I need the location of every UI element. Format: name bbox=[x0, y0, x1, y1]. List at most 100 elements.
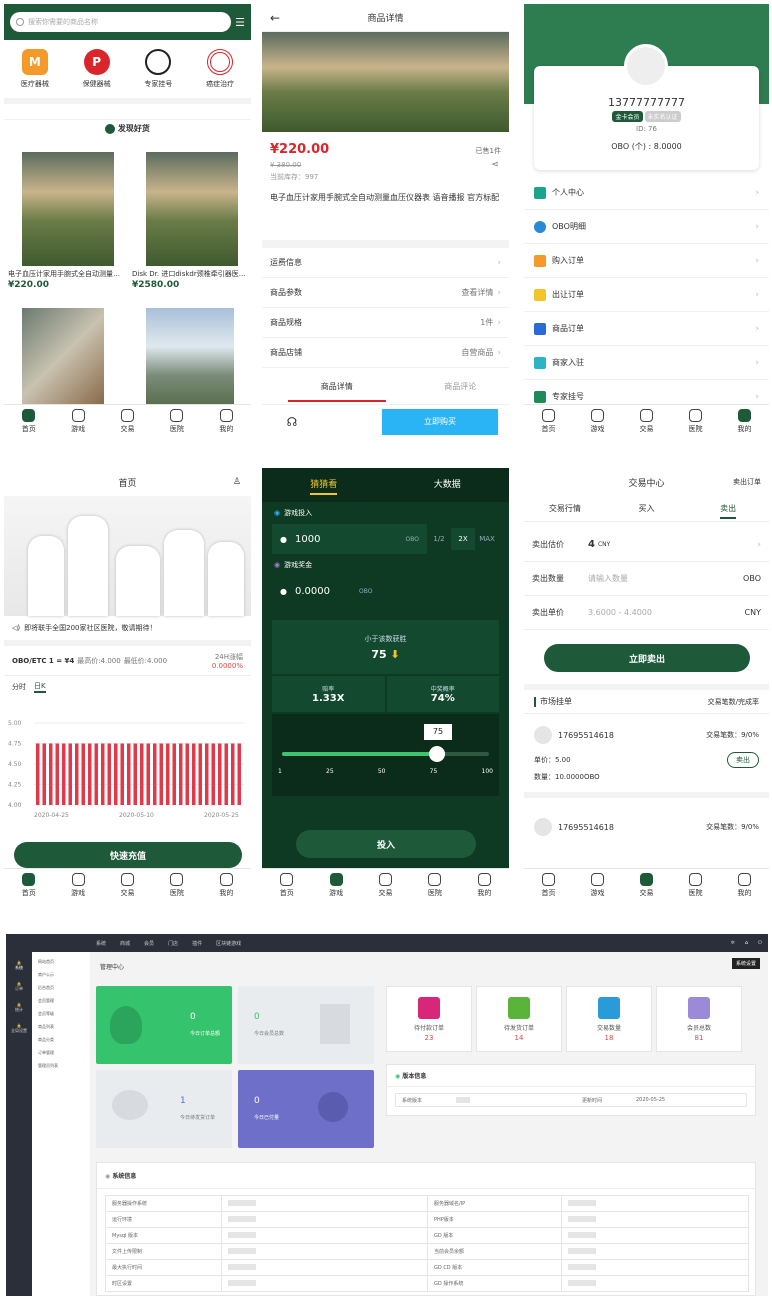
sell-orders-link[interactable]: 卖出订单 bbox=[733, 477, 761, 487]
topnav-mall[interactable]: 商城 bbox=[120, 940, 130, 947]
card-member-total[interactable]: 0 今日会员总数 bbox=[238, 986, 374, 1064]
submit-bet-button[interactable]: 投入 bbox=[296, 830, 476, 858]
stat-pending-ship[interactable]: 待发货订单 14 bbox=[476, 986, 562, 1052]
tab-trade[interactable]: 交易 bbox=[622, 869, 671, 902]
tab-game[interactable]: 游戏 bbox=[53, 405, 102, 438]
category-item[interactable]: P 保健器械 bbox=[66, 49, 128, 89]
store-row[interactable]: 商品店铺 自营商品 › bbox=[262, 338, 509, 368]
tab-market[interactable]: 交易行情 bbox=[524, 496, 606, 521]
buy-now-button[interactable]: 立即购买 bbox=[382, 408, 498, 435]
tab-daily[interactable]: 日K bbox=[34, 681, 46, 693]
tab-trade[interactable]: 交易 bbox=[361, 869, 410, 902]
stat-member-count[interactable]: 会员总数 81 bbox=[656, 986, 742, 1052]
quantity-input[interactable]: 请输入数量 bbox=[588, 573, 743, 584]
sidebar-item-stats[interactable]: 🔒 统计 bbox=[6, 992, 32, 1013]
tab-game[interactable]: 游戏 bbox=[53, 869, 102, 902]
tab-home[interactable]: 首页 bbox=[524, 869, 573, 902]
settings-icon[interactable]: ✲ bbox=[731, 940, 735, 946]
card-order-total[interactable]: 0 今日订单总额 bbox=[96, 986, 232, 1064]
tab-guess[interactable]: 猜猜看 bbox=[262, 468, 386, 502]
tab-detail[interactable]: 商品详情 bbox=[288, 374, 386, 402]
menu-item[interactable]: 商品分类 bbox=[38, 1033, 84, 1046]
tab-hospital[interactable]: 医院 bbox=[152, 869, 201, 902]
service-icon[interactable]: ☊ bbox=[262, 415, 322, 429]
tab-hospital[interactable]: 医院 bbox=[671, 405, 720, 438]
tab-home[interactable]: 首页 bbox=[4, 869, 53, 902]
tab-home[interactable]: 首页 bbox=[524, 405, 573, 438]
tab-hospital[interactable]: 医院 bbox=[671, 869, 720, 902]
category-item[interactable]: M 医疗器械 bbox=[4, 49, 66, 89]
tab-mine[interactable]: 我的 bbox=[720, 869, 769, 902]
menu-item[interactable]: 商户公示 bbox=[38, 968, 84, 981]
card-pending-ship[interactable]: 1 今日待发货订单 bbox=[96, 1070, 232, 1148]
tab-minute[interactable]: 分时 bbox=[12, 682, 26, 692]
slider-track[interactable] bbox=[282, 752, 489, 756]
menu-obo-detail[interactable]: OBO明细 › bbox=[524, 210, 769, 244]
shipping-row[interactable]: 运费信息 › bbox=[262, 248, 509, 278]
bet-input[interactable]: ● 1000 OBO bbox=[272, 524, 427, 554]
sidebar-item-order[interactable]: 🔒 订单 bbox=[6, 971, 32, 992]
product-image[interactable] bbox=[22, 308, 104, 404]
tab-bigdata[interactable]: 大数据 bbox=[386, 468, 510, 502]
tab-game[interactable]: 游戏 bbox=[311, 869, 360, 902]
avatar[interactable] bbox=[624, 44, 668, 88]
tab-trade[interactable]: 交易 bbox=[103, 869, 152, 902]
topnav-member[interactable]: 会员 bbox=[144, 940, 154, 947]
list-menu-icon[interactable]: ☰ bbox=[235, 16, 245, 29]
tab-mine[interactable]: 我的 bbox=[460, 869, 509, 902]
menu-merchant[interactable]: 商家入驻 › bbox=[524, 346, 769, 380]
tab-trade[interactable]: 交易 bbox=[622, 405, 671, 438]
half-button[interactable]: 1/2 bbox=[427, 535, 451, 543]
menu-buy-orders[interactable]: 购入订单 › bbox=[524, 244, 769, 278]
card-paid[interactable]: 0 今日已付量 bbox=[238, 1070, 374, 1148]
product-image[interactable] bbox=[146, 308, 234, 404]
tab-home[interactable]: 首页 bbox=[4, 405, 53, 438]
tab-home[interactable]: 首页 bbox=[262, 869, 311, 902]
search-input[interactable]: 搜索你需要的商品名称 bbox=[10, 12, 232, 32]
home-icon[interactable]: ⌂ bbox=[745, 940, 748, 946]
menu-item[interactable]: 商品列表 bbox=[38, 1020, 84, 1033]
stat-pending-payment[interactable]: 待付款订单 23 bbox=[386, 986, 472, 1052]
tab-hospital[interactable]: 医院 bbox=[152, 405, 201, 438]
product-gallery[interactable] bbox=[262, 32, 509, 132]
spec-row[interactable]: 商品规格 1件 › bbox=[262, 308, 509, 338]
user-icon[interactable]: ♙ bbox=[233, 477, 241, 487]
sidebar-item-system[interactable]: 🔒 系统 bbox=[6, 952, 32, 971]
menu-item[interactable]: 后台首页 bbox=[38, 981, 84, 994]
category-item[interactable]: 专家挂号 bbox=[128, 49, 190, 89]
slider-handle[interactable] bbox=[429, 746, 445, 762]
tab-buy[interactable]: 买入 bbox=[606, 496, 688, 521]
tab-sell[interactable]: 卖出 bbox=[687, 496, 769, 521]
price-input[interactable]: 3.6000 - 4.4000 bbox=[588, 608, 745, 617]
menu-item[interactable]: 会员管理 bbox=[38, 994, 84, 1007]
topnav-store[interactable]: 门店 bbox=[168, 940, 178, 947]
estimate-row[interactable]: 卖出估价 4 CNY › bbox=[524, 528, 769, 562]
topnav-system[interactable]: 系统 bbox=[96, 940, 106, 947]
max-button[interactable]: MAX bbox=[475, 535, 499, 543]
topnav-blockchain[interactable]: 区块链游戏 bbox=[216, 940, 731, 947]
share-icon[interactable]: ⋖ bbox=[491, 160, 499, 170]
params-row[interactable]: 商品参数 查看详情 › bbox=[262, 278, 509, 308]
banner[interactable] bbox=[4, 496, 251, 616]
double-button[interactable]: 2X bbox=[451, 528, 475, 550]
menu-item[interactable]: 订单管理 bbox=[38, 1046, 84, 1059]
topnav-plugin[interactable]: 插件 bbox=[192, 940, 202, 947]
product-image[interactable] bbox=[146, 152, 238, 266]
tab-review[interactable]: 商品评论 bbox=[412, 374, 510, 402]
listing-sell-button[interactable]: 卖出 bbox=[727, 752, 759, 768]
product-name[interactable]: 电子血压计家用手腕式全自动测量… bbox=[8, 269, 126, 279]
tab-mine[interactable]: 我的 bbox=[720, 405, 769, 438]
notice-bar[interactable]: ◁) 即将联手全国200家社区医院，敬请期待！ bbox=[4, 616, 251, 646]
tab-trade[interactable]: 交易 bbox=[103, 405, 152, 438]
back-arrow-icon[interactable]: ← bbox=[270, 11, 280, 25]
stat-trade-count[interactable]: 交易数量 18 bbox=[566, 986, 652, 1052]
product-name[interactable]: Disk Dr. 进口diskdr颈椎牵引器医… bbox=[132, 269, 250, 279]
tab-hospital[interactable]: 医院 bbox=[410, 869, 459, 902]
menu-item[interactable]: 会员等级 bbox=[38, 1007, 84, 1020]
tab-game[interactable]: 游戏 bbox=[573, 869, 622, 902]
menu-product-orders[interactable]: 商品订单 › bbox=[524, 312, 769, 346]
sidebar-item-global[interactable]: 🔒 全局设置 bbox=[6, 1013, 32, 1034]
menu-personal-center[interactable]: 个人中心 › bbox=[524, 176, 769, 210]
recharge-button[interactable]: 快速充值 bbox=[14, 842, 242, 868]
sell-now-button[interactable]: 立即卖出 bbox=[544, 644, 750, 672]
